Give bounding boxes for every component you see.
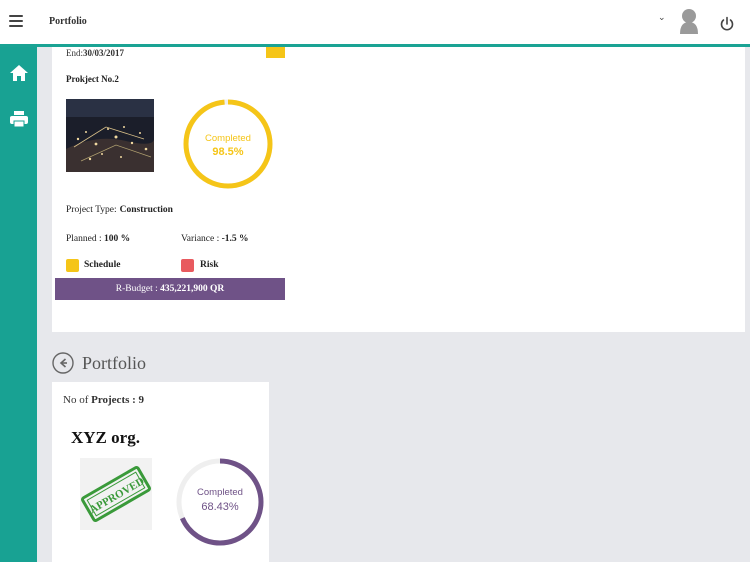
organization-name: XYZ org. [71, 428, 140, 447]
hamburger-menu-icon[interactable] [9, 15, 23, 29]
completion-donut: Completed 98.5% [183, 99, 273, 189]
user-avatar-icon[interactable] [678, 8, 700, 34]
completion-label: Completed [205, 133, 251, 144]
risk-legend-label: Risk [200, 260, 219, 270]
portfolio-card[interactable]: No of Projects : 9 XYZ org. APPROVED Com… [52, 382, 269, 562]
completion-value: 98.5% [212, 146, 243, 158]
portfolio-completion-label: Completed [197, 487, 243, 498]
page-title: Portfolio [49, 16, 87, 27]
schedule-indicator [266, 47, 285, 58]
section-title: Portfolio [82, 353, 147, 373]
power-icon[interactable] [719, 16, 735, 32]
home-icon[interactable] [9, 64, 29, 82]
budget-bar: R-Budget : 435,221,900 QR [55, 278, 285, 300]
variance-value: Variance : -1.5 % [181, 234, 249, 244]
project-count: No of Projects : 9 [63, 394, 145, 406]
approved-stamp: APPROVED [80, 458, 152, 530]
top-bar: Portfolio ⌄ [0, 0, 750, 47]
portfolio-completion-value: 68.43% [201, 501, 239, 513]
end-date: End:30/03/2017 [66, 48, 125, 58]
chevron-down-icon[interactable]: ⌄ [658, 13, 666, 23]
portfolio-completion-donut: Completed 68.43% [176, 458, 264, 546]
sidebar [0, 47, 37, 562]
risk-legend-swatch [181, 259, 194, 272]
schedule-legend-label: Schedule [84, 260, 121, 270]
project-name: Prokject No.2 [66, 74, 119, 84]
back-arrow-icon[interactable] [52, 352, 74, 374]
schedule-legend-swatch [66, 259, 79, 272]
printer-icon[interactable] [9, 110, 29, 128]
project-type: Project Type: Construction [66, 205, 173, 215]
project-image [66, 99, 154, 172]
project-card: End:30/03/2017 Prokject No.2 Completed 9… [52, 47, 745, 332]
planned-value: Planned : 100 % [66, 234, 131, 244]
